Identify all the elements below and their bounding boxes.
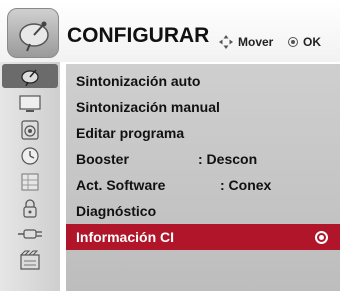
menu-item-label: Diagnóstico xyxy=(76,203,157,219)
menu-item-software-update[interactable]: Act. Software : Conex xyxy=(76,172,340,198)
menu-item-label: Información CI xyxy=(76,229,175,245)
tv-screen-icon xyxy=(19,95,41,112)
satellite-dish-icon xyxy=(7,8,59,58)
sidebar-item-setup[interactable] xyxy=(2,64,58,88)
menu-item-auto-tuning[interactable]: Sintonización auto xyxy=(76,68,340,94)
menu-item-diagnostics[interactable]: Diagnóstico xyxy=(76,198,340,224)
menu-header: CONFIGURAR Mover OK xyxy=(0,0,340,62)
sidebar-item-input[interactable] xyxy=(2,222,58,246)
software-update-value: : Conex xyxy=(220,177,272,193)
sidebar-item-media[interactable] xyxy=(2,248,58,272)
menu-item-label: Sintonización manual xyxy=(76,99,220,115)
menu-item-label: Editar programa xyxy=(76,125,185,141)
booster-value: : Descon xyxy=(198,151,258,167)
media-card-icon xyxy=(20,250,40,270)
sidebar-item-lock[interactable] xyxy=(2,196,58,220)
menu-item-edit-programme[interactable]: Editar programa xyxy=(76,120,340,146)
ok-button-icon xyxy=(288,37,298,47)
speaker-icon xyxy=(21,120,39,140)
satellite-dish-icon xyxy=(21,69,39,86)
sidebar-item-options[interactable] xyxy=(2,170,58,194)
input-plug-icon xyxy=(18,229,42,239)
menu-item-label: Booster xyxy=(76,151,129,167)
menu-item-booster[interactable]: Booster : Descon xyxy=(76,146,340,172)
grid-options-icon xyxy=(21,173,39,191)
hint-ok-label: OK xyxy=(303,35,321,49)
sidebar-item-picture[interactable] xyxy=(2,92,58,116)
setup-menu-list: Sintonización auto Sintonización manual … xyxy=(66,64,340,291)
menu-item-ci-information[interactable]: Información CI xyxy=(66,224,340,250)
navigation-arrows-icon xyxy=(219,35,233,49)
sidebar-item-time[interactable] xyxy=(2,144,58,168)
selected-radio-icon xyxy=(315,231,328,244)
page-title: CONFIGURAR xyxy=(67,24,210,47)
menu-item-manual-tuning[interactable]: Sintonización manual xyxy=(76,94,340,120)
sidebar-item-audio[interactable] xyxy=(2,118,58,142)
category-sidebar xyxy=(0,62,60,291)
lock-icon xyxy=(23,199,37,218)
menu-item-label: Sintonización auto xyxy=(76,73,201,89)
hint-move-label: Mover xyxy=(238,35,274,49)
menu-item-label: Act. Software xyxy=(76,177,166,193)
clock-icon xyxy=(21,147,39,165)
